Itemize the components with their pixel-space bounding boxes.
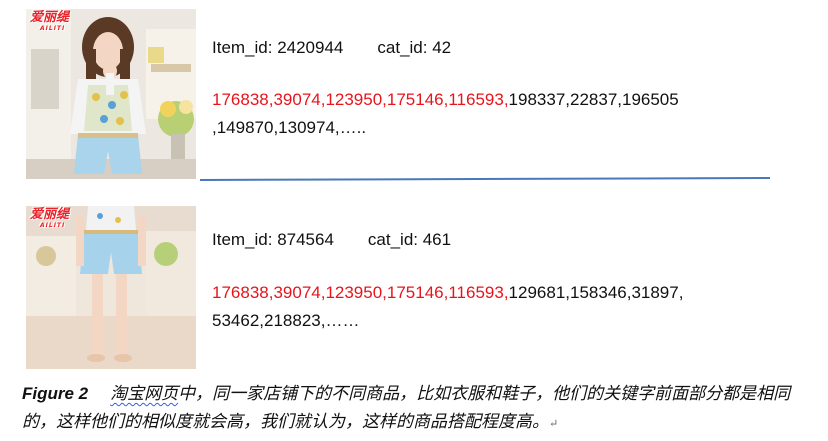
section-divider <box>200 177 770 181</box>
caption-underlined-text: 淘宝网页 <box>110 384 179 404</box>
keywords-line: 176838,39074,123950,175146,116593,198337… <box>212 90 679 109</box>
keywords-line: 176838,39074,123950,175146,116593,129681… <box>212 283 684 302</box>
woman-in-shorts-full-body-photo-icon <box>26 206 196 369</box>
woman-in-top-and-shorts-photo-icon <box>26 9 196 179</box>
item-id-label: Item_id: 2420944 <box>212 38 344 57</box>
keywords-list-2: 176838,39074,123950,175146,116593,129681… <box>212 279 683 335</box>
keywords-line: 53462,218823,…… <box>212 311 360 330</box>
figure-label: Figure 2 <box>22 384 89 403</box>
product-photo-1: 爱丽缇 AILITI <box>26 9 196 179</box>
brand-logo: 爱丽缇 AILITI <box>30 207 70 230</box>
paragraph-mark-icon: ↵ <box>549 417 559 430</box>
keywords-list-1: 176838,39074,123950,175146,116593,198337… <box>212 86 679 142</box>
brand-logo: 爱丽缇 AILITI <box>30 10 70 33</box>
item-id-label: Item_id: 874564 <box>212 230 334 249</box>
figure-caption: Figure 2 淘宝网页中，同一家店铺下的不同商品，比如衣服和鞋子，他们的关键字… <box>22 380 812 438</box>
cat-id-label: cat_id: 42 <box>377 38 452 57</box>
product-photo-2: 爱丽缇 AILITI <box>26 206 196 369</box>
cat-id-label: cat_id: 461 <box>367 230 452 249</box>
keywords-line: ,149870,130974,….. <box>212 118 367 137</box>
item-id-row-2: Item_id: 874564 cat_id: 461 <box>212 230 451 250</box>
item-id-row-1: Item_id: 2420944 cat_id: 42 <box>212 38 451 58</box>
